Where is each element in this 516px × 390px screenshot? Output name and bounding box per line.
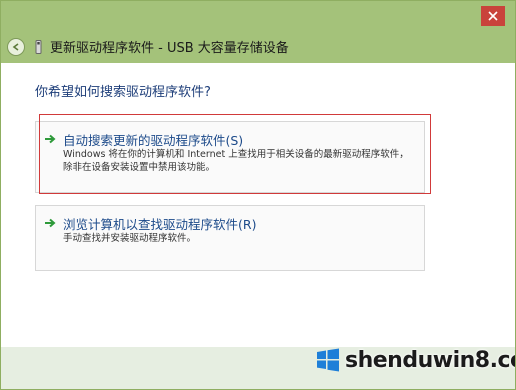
option-browse-computer-title[interactable]: 浏览计算机以查找驱动程序软件(R) — [63, 214, 256, 233]
highlight-box — [39, 114, 431, 194]
back-arrow-icon — [12, 42, 19, 51]
close-icon — [488, 11, 498, 21]
title-bar: 更新驱动程序软件 - USB 大容量存储设备 — [1, 1, 515, 63]
page-question: 你希望如何搜索驱动程序软件? — [35, 85, 211, 100]
navigation-bar: 更新驱动程序软件 - USB 大容量存储设备 — [7, 37, 289, 56]
back-button[interactable] — [7, 37, 25, 56]
watermark: shenduwin8.com — [315, 347, 515, 373]
option-browse-computer[interactable]: 浏览计算机以查找驱动程序软件(R) 手动查找并安装驱动程序软件。 — [35, 205, 425, 271]
close-button[interactable] — [481, 6, 505, 26]
window-title: 更新驱动程序软件 - USB 大容量存储设备 — [50, 41, 289, 56]
watermark-text: shenduwin8.com — [345, 347, 515, 373]
windows-logo-icon — [317, 348, 339, 372]
usb-device-icon — [35, 39, 42, 54]
option-browse-computer-description: 手动查找并安装驱动程序软件。 — [63, 233, 197, 244]
update-driver-window: 更新驱动程序软件 - USB 大容量存储设备 你希望如何搜索驱动程序软件? 自动… — [0, 0, 516, 390]
green-arrow-icon — [45, 218, 56, 228]
